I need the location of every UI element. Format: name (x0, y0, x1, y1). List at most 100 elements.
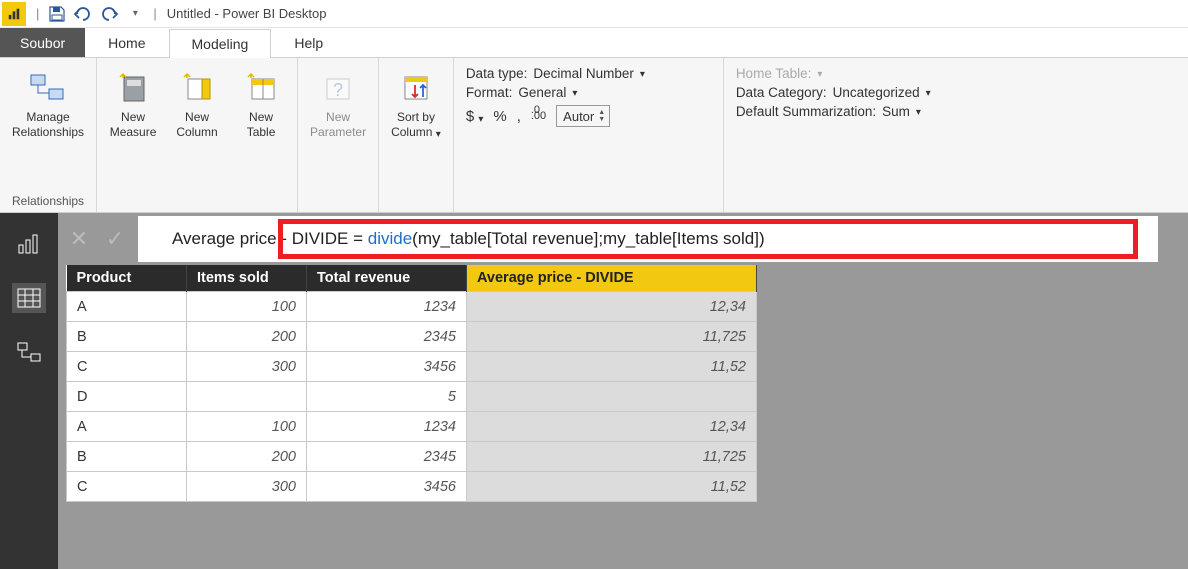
new-measure-label: New Measure (110, 110, 157, 140)
new-table-label: New Table (247, 110, 276, 140)
nav-model-view[interactable] (12, 337, 46, 367)
header-average-price[interactable]: Average price - DIVIDE (467, 265, 757, 292)
new-measure-button[interactable]: New Measure (105, 64, 161, 192)
cell-total-revenue[interactable]: 1234 (307, 412, 467, 442)
currency-button[interactable]: $ ▾ (466, 108, 484, 125)
cell-items-sold[interactable]: 200 (187, 442, 307, 472)
summ-label: Default Summarization: (736, 104, 876, 119)
cell-items-sold[interactable]: 200 (187, 322, 307, 352)
cell-product[interactable]: C (67, 352, 187, 382)
cell-average-price[interactable]: 11,725 (467, 322, 757, 352)
cell-average-price[interactable]: 12,34 (467, 412, 757, 442)
group-label-relationships: Relationships (8, 192, 88, 210)
thousands-button[interactable]: , (517, 108, 521, 125)
manage-relationships-button[interactable]: Manage Relationships (8, 64, 88, 192)
decimals-value: Autor (563, 109, 594, 124)
new-table-button[interactable]: New Table (233, 64, 289, 192)
ribbon-group-sort: Sort by Column ▾ . (379, 58, 454, 212)
cell-product[interactable]: B (67, 442, 187, 472)
nav-report-view[interactable] (12, 229, 46, 259)
cell-product[interactable]: D (67, 382, 187, 412)
header-product[interactable]: Product (67, 265, 187, 292)
redo-button[interactable] (97, 3, 121, 25)
format-label: Format: (466, 85, 513, 100)
cell-average-price[interactable]: 12,34 (467, 292, 757, 322)
content-area: ✕ ✓ Average price - DIVIDE = divide(my_t… (0, 213, 1188, 569)
new-column-icon (177, 68, 217, 108)
hometable-label: Home Table: (736, 66, 812, 81)
svg-text:?: ? (333, 80, 343, 100)
cell-product[interactable]: B (67, 322, 187, 352)
header-items-sold[interactable]: Items sold (187, 265, 307, 292)
relationships-icon (28, 68, 68, 108)
undo-button[interactable] (71, 3, 95, 25)
data-grid: Product Items sold Total revenue Average… (58, 265, 1188, 502)
tab-home[interactable]: Home (85, 28, 168, 57)
cell-items-sold[interactable] (187, 382, 307, 412)
model-view-icon (16, 341, 42, 363)
new-column-label: New Column (176, 110, 217, 140)
summarization-dropdown[interactable]: Default Summarization: Sum ▾ (736, 104, 982, 119)
header-total-revenue[interactable]: Total revenue (307, 265, 467, 292)
cell-items-sold[interactable]: 100 (187, 292, 307, 322)
cell-items-sold[interactable]: 300 (187, 472, 307, 502)
cell-items-sold[interactable]: 100 (187, 412, 307, 442)
category-label: Data Category: (736, 85, 827, 100)
tab-modeling[interactable]: Modeling (169, 29, 272, 58)
window-title: Untitled - Power BI Desktop (167, 6, 327, 21)
new-parameter-button: ? New Parameter (306, 64, 370, 192)
new-measure-icon (113, 68, 153, 108)
formula-cancel-icon[interactable]: ✕ (66, 226, 92, 252)
ribbon-group-relationships: Manage Relationships Relationships (0, 58, 97, 212)
table-row[interactable]: D5 (67, 382, 757, 412)
sort-label: Sort by Column ▾ (391, 110, 441, 141)
new-column-button[interactable]: New Column (169, 64, 225, 192)
chevron-down-icon: ▾ (640, 69, 645, 80)
cell-items-sold[interactable]: 300 (187, 352, 307, 382)
qat-customize[interactable]: ▾ (123, 3, 147, 25)
decimals-spinner[interactable]: Autor ▲▼ (556, 105, 610, 127)
table-row[interactable]: A100123412,34 (67, 292, 757, 322)
cell-average-price[interactable]: 11,725 (467, 442, 757, 472)
nav-data-view[interactable] (12, 283, 46, 313)
app-logo-icon (2, 2, 26, 26)
cell-average-price[interactable] (467, 382, 757, 412)
cell-total-revenue[interactable]: 3456 (307, 352, 467, 382)
cell-total-revenue[interactable]: 2345 (307, 322, 467, 352)
cell-product[interactable]: A (67, 412, 187, 442)
ribbon-group-formatting: Data type: Decimal Number ▾ Format: Gene… (454, 58, 724, 212)
table-row[interactable]: A100123412,34 (67, 412, 757, 442)
chevron-down-icon: ▾ (133, 8, 138, 19)
table-row[interactable]: B200234511,725 (67, 442, 757, 472)
chevron-down-icon: ▾ (916, 107, 921, 118)
formula-commit-icon[interactable]: ✓ (102, 226, 128, 252)
datatype-dropdown[interactable]: Data type: Decimal Number ▾ (466, 66, 711, 81)
table-row[interactable]: C300345611,52 (67, 472, 757, 502)
cell-average-price[interactable]: 11,52 (467, 472, 757, 502)
sort-by-column-button[interactable]: Sort by Column ▾ (387, 64, 445, 192)
format-dropdown[interactable]: Format: General ▾ (466, 85, 711, 100)
cell-total-revenue[interactable]: 5 (307, 382, 467, 412)
cell-average-price[interactable]: 11,52 (467, 352, 757, 382)
caret-down-icon[interactable]: ▼ (598, 116, 605, 123)
percent-button[interactable]: % (493, 108, 506, 125)
category-value: Uncategorized (833, 85, 920, 100)
cell-product[interactable]: C (67, 472, 187, 502)
cell-total-revenue[interactable]: 2345 (307, 442, 467, 472)
table-row[interactable]: C300345611,52 (67, 352, 757, 382)
cell-total-revenue[interactable]: 3456 (307, 472, 467, 502)
cell-total-revenue[interactable]: 1234 (307, 292, 467, 322)
new-parameter-icon: ? (318, 68, 358, 108)
new-parameter-label: New Parameter (310, 110, 366, 140)
tab-help[interactable]: Help (271, 28, 346, 57)
table-row[interactable]: B200234511,725 (67, 322, 757, 352)
save-button[interactable] (45, 3, 69, 25)
formula-input[interactable]: Average price - DIVIDE = divide(my_table… (138, 216, 1158, 262)
cell-product[interactable]: A (67, 292, 187, 322)
data-table[interactable]: Product Items sold Total revenue Average… (66, 265, 757, 502)
menu-file[interactable]: Soubor (0, 28, 85, 57)
menu-strip: Soubor Home Modeling Help (0, 28, 1188, 58)
caret-up-icon[interactable]: ▲ (598, 109, 605, 116)
data-view-icon (16, 287, 42, 309)
datacategory-dropdown[interactable]: Data Category: Uncategorized ▾ (736, 85, 982, 100)
